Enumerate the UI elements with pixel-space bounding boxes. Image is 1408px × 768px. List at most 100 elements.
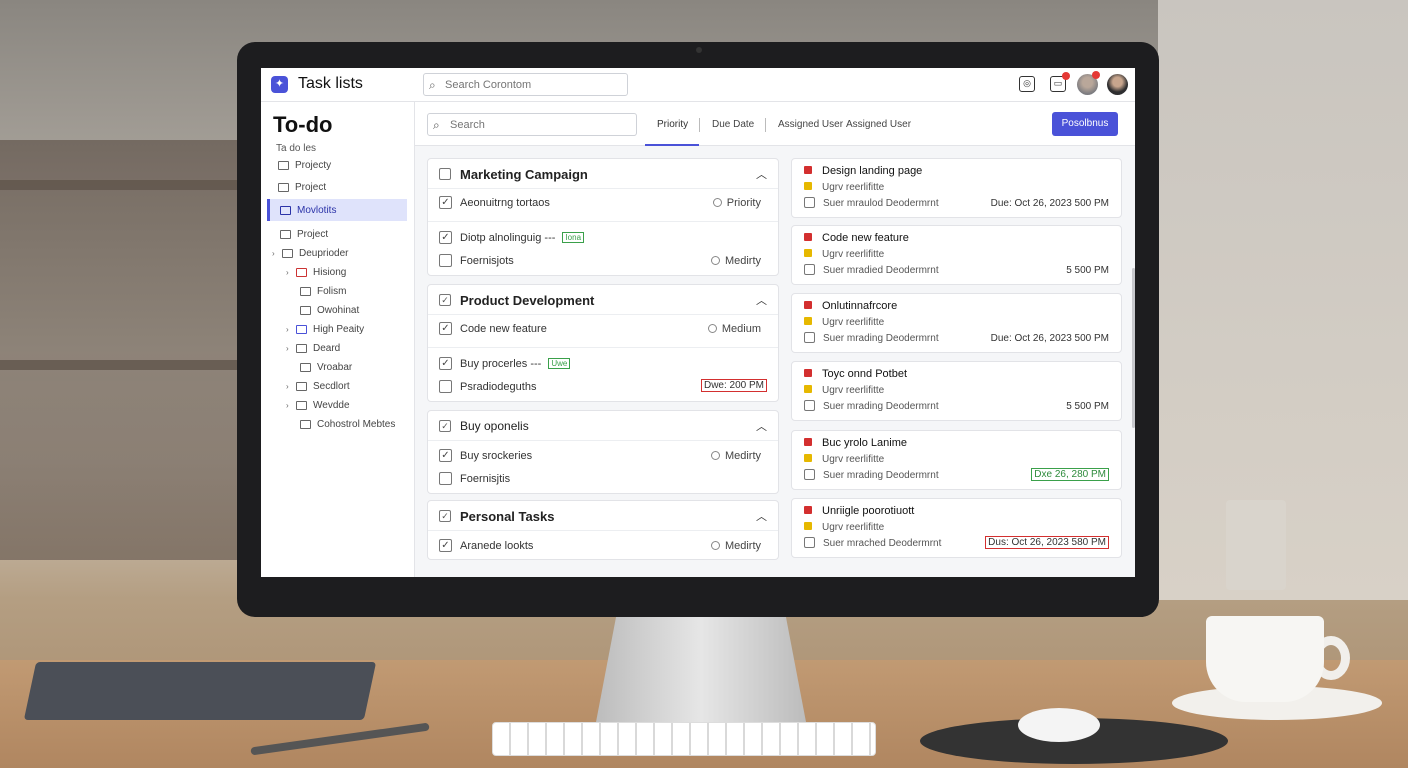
checkbox[interactable] (804, 400, 815, 411)
checkbox[interactable]: ✓ (439, 196, 452, 209)
tab-assigned-user-2[interactable]: Assigned User (846, 119, 911, 130)
priority-icon (710, 541, 720, 550)
checkbox[interactable] (804, 332, 815, 343)
sidebar-item-label: Project (295, 181, 327, 193)
checkbox[interactable]: ✓ (439, 449, 452, 462)
list-item: ✓ Aranede lookts Medirty (428, 535, 778, 557)
search-icon: ⌕ (429, 78, 436, 92)
checkbox[interactable] (439, 380, 452, 393)
global-search-input[interactable] (445, 77, 623, 92)
task-name: Buy procerles --- Uwe (460, 358, 571, 370)
task-search-input[interactable] (450, 118, 630, 132)
task-card-title: Design landing page (804, 165, 922, 177)
scrollbar[interactable] (1132, 268, 1135, 428)
group-checkbox[interactable]: ✓ (439, 510, 451, 522)
list-item: ✓ Buy srockeries Medirty (428, 445, 778, 467)
avatar[interactable] (1077, 71, 1100, 95)
group-header[interactable]: ✓ Buy oponelis ︿ (428, 411, 778, 441)
priority-flag-icon (804, 369, 812, 377)
chevron-right-icon[interactable]: › (272, 249, 282, 258)
group-checkbox[interactable]: ✓ (439, 420, 451, 432)
checkbox[interactable] (804, 537, 815, 548)
checkbox[interactable]: ✓ (439, 539, 452, 552)
chevron-right-icon[interactable]: › (286, 268, 296, 277)
chevron-up-icon[interactable]: ︿ (756, 508, 767, 524)
task-card-subtitle-text: Ugrv reerlifitte (822, 454, 885, 465)
task-card[interactable]: Design landing page Ugrv reerlifitte Sue… (791, 158, 1122, 218)
tab-priority[interactable]: Priority (657, 119, 688, 130)
sidebar-item-label: Vroabar (317, 361, 353, 373)
tag-icon (804, 454, 812, 462)
list-item: ✓ Aeonuitrng tortaos Priority (428, 192, 778, 214)
task-card-title: Code new feature (804, 232, 909, 244)
sidebar-subtitle: Ta do les (276, 143, 317, 154)
folder-icon (296, 324, 307, 334)
checkbox[interactable]: ✓ (439, 357, 452, 370)
chevron-up-icon[interactable]: ︿ (756, 292, 767, 308)
priority-icon (712, 198, 722, 207)
chevron-up-icon[interactable]: ︿ (756, 418, 767, 434)
priority-label: Priority (712, 197, 761, 209)
task-card-title-text: Code new feature (822, 232, 909, 244)
sidebar-item-cohostrol-mebtes[interactable]: Cohostrol Mebtes (300, 413, 395, 435)
group-title: Personal Tasks (460, 509, 555, 524)
task-card[interactable]: Toyc onnd Potbet Ugrv reerlifitte Suer m… (791, 361, 1122, 421)
group-header[interactable]: Marketing Campaign ︿ (428, 159, 778, 189)
priority-label: Medium (707, 323, 761, 335)
tag-icon (804, 385, 812, 393)
chevron-right-icon[interactable]: › (286, 401, 296, 410)
checkbox[interactable] (439, 472, 452, 485)
sidebar-item-label: Movlotits (297, 204, 337, 216)
checkbox[interactable] (439, 254, 452, 267)
checkbox[interactable] (804, 197, 815, 208)
divider (428, 347, 778, 348)
task-card-subtitle: Ugrv reerlifitte (804, 248, 884, 260)
webcam (696, 47, 702, 53)
task-card-owner-text: Suer mrading Deodermrnt (823, 333, 939, 344)
chevron-up-icon[interactable]: ︿ (756, 166, 767, 182)
sidebar-item-label: Projecty (295, 159, 332, 171)
user-avatar[interactable] (1107, 74, 1128, 95)
task-name-text: Diotp alnolinguig (460, 232, 542, 244)
task-card[interactable]: Code new feature Ugrv reerlifitte Suer m… (791, 225, 1122, 285)
sidebar-item-label: High Peaity (313, 323, 365, 335)
group-header[interactable]: ✓ Product Development ︿ (428, 285, 778, 315)
sidebar-item-label: Cohostrol Mebtes (317, 418, 396, 430)
task-name: Aeonuitrng tortaos (460, 197, 550, 209)
chevron-right-icon[interactable]: › (286, 344, 296, 353)
checkbox[interactable]: ✓ (439, 231, 452, 244)
priority-value: Medium (721, 323, 761, 335)
chevron-right-icon[interactable]: › (286, 325, 296, 334)
notification-badge (1092, 71, 1100, 79)
sidebar-item-projecty[interactable]: Projecty (278, 154, 331, 176)
notebook (23, 662, 377, 720)
primary-action-button[interactable]: Posolbnus (1052, 112, 1118, 136)
task-card[interactable]: Onlutinnafrcore Ugrv reerlifitte Suer mr… (791, 293, 1122, 353)
status-badge: Uwe (548, 358, 571, 369)
group-header[interactable]: ✓ Personal Tasks ︿ (428, 501, 778, 531)
list-item: ✓ Code new feature Medium (428, 318, 778, 340)
tab-due-date[interactable]: Due Date (712, 119, 754, 130)
task-card[interactable]: Unriigle poorotiuott Ugrv reerlifitte Su… (791, 498, 1122, 558)
tab-divider (765, 118, 766, 132)
task-search[interactable]: ⌕ (427, 113, 637, 136)
sidebar-item-movlotits[interactable]: Movlotits (267, 199, 407, 221)
priority-value: Medirty (724, 255, 761, 267)
checkbox[interactable] (804, 264, 815, 275)
chevron-right-icon[interactable]: › (286, 382, 296, 391)
group-checkbox[interactable] (439, 168, 451, 180)
sidebar-item-project[interactable]: Project (278, 176, 326, 198)
tab-assigned-user[interactable]: Assigned User (778, 119, 843, 130)
global-search[interactable]: ⌕ (423, 73, 628, 96)
checkbox[interactable] (804, 469, 815, 480)
group-checkbox[interactable]: ✓ (439, 294, 451, 306)
task-card[interactable]: Buc yrolo Lanime Ugrv reerlifitte Suer m… (791, 430, 1122, 490)
inbox-icon[interactable]: ▭ (1050, 72, 1070, 92)
checkbox[interactable]: ✓ (439, 322, 452, 335)
task-card-owner: Suer mrading Deodermrnt (804, 332, 939, 344)
due-date: 5 500 PM (1066, 265, 1109, 276)
task-card-title-text: Buc yrolo Lanime (822, 437, 907, 449)
status-badge: Iona (562, 232, 585, 243)
coffee-cup (1206, 616, 1324, 702)
camera-icon[interactable]: ◎ (1019, 76, 1035, 92)
